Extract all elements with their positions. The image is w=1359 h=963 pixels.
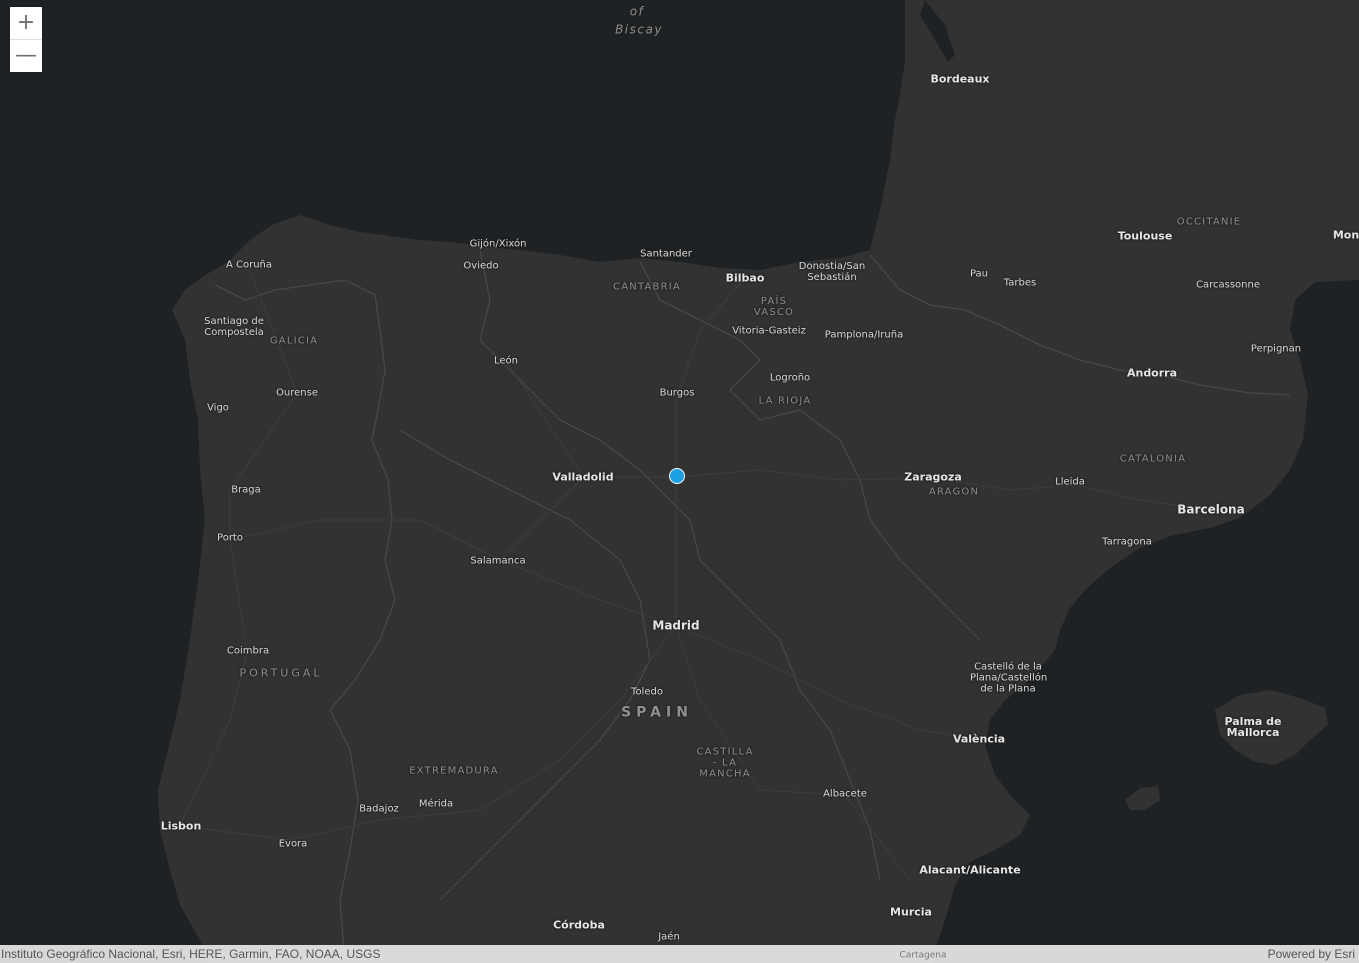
map-label-badajoz: Badajoz [359, 803, 399, 815]
map-label-andorra: Andorra [1126, 366, 1178, 380]
map-label-bay-of: of [629, 4, 645, 19]
map-label-braga: Braga [231, 484, 261, 496]
map-label-lisbon: Lisbon [160, 819, 202, 833]
map-label-jaen: Jaén [658, 931, 680, 943]
map-label-bordeaux: Bordeaux [930, 72, 990, 86]
map-label-logrono: Logroño [769, 372, 811, 384]
map-label-perpignan: Perpignan [1250, 343, 1302, 355]
map-label-cartagena: Cartagena [899, 950, 947, 961]
map-label-a-coruna: A Coruña [225, 259, 273, 271]
map-label-portugal: PORTUGAL [239, 666, 323, 680]
map-label-montpellier: Mon [1332, 228, 1359, 242]
attribution-bar: Instituto Geográfico Nacional, Esri, HER… [0, 945, 1359, 963]
map-label-biscay: Biscay [615, 22, 663, 37]
map-label-castello: Castelló de la Plana/Castellón de la Pla… [970, 661, 1048, 695]
map-label-valladolid: Valladolid [552, 470, 614, 484]
zoom-control: + — [10, 7, 42, 72]
map-label-santander: Santander [640, 248, 692, 260]
map-label-palma: Palma de Mallorca [1224, 715, 1282, 739]
map-label-aragon: ARAGON [928, 486, 980, 498]
map-label-burgos: Burgos [659, 387, 695, 399]
map-label-oviedo: Oviedo [463, 260, 499, 272]
map-label-tarbes: Tarbes [1003, 277, 1037, 289]
map-label-albacete: Albacete [823, 788, 867, 800]
map-label-porto: Porto [217, 532, 243, 544]
map-label-cantabria: CANTABRIA [613, 281, 681, 293]
map-label-alicante: Alacant/Alicante [919, 863, 1021, 877]
location-point-icon[interactable] [669, 468, 685, 484]
map-label-castilla: CASTILLA - LA MANCHA [696, 746, 754, 780]
map-label-ourense: Ourense [276, 387, 318, 399]
map-label-leon: León [493, 355, 519, 367]
map-label-vigo: Vigo [207, 402, 229, 414]
map-label-extremadura: EXTREMADURA [409, 765, 499, 777]
map-label-catalonia: CATALONIA [1119, 453, 1187, 465]
map-label-cordoba: Córdoba [553, 918, 605, 932]
map-label-pamplona: Pamplona/Iruña [824, 329, 904, 341]
map-label-toledo: Toledo [631, 686, 663, 698]
map-label-bilbao: Bilbao [725, 271, 765, 285]
zoom-out-button[interactable]: — [10, 39, 42, 72]
map-label-madrid: Madrid [652, 618, 700, 633]
map-label-evora: Evora [278, 838, 308, 850]
map-label-spain: SPAIN [621, 704, 693, 721]
map-label-donostia: Donostia/San Sebastián [798, 261, 866, 283]
zoom-in-button[interactable]: + [10, 7, 42, 39]
map-label-la-rioja: LA RIOJA [758, 395, 812, 407]
map-label-carcassonne: Carcassonne [1196, 279, 1260, 291]
france-landmass [158, 0, 1359, 963]
map-label-tarragona: Tarragona [1102, 536, 1152, 548]
map-label-toulouse: Toulouse [1117, 229, 1173, 243]
map-label-vitoria: Vitoria-Gasteiz [732, 325, 806, 337]
map-label-pau: Pau [969, 268, 989, 280]
map-label-coimbra: Coimbra [226, 645, 270, 657]
map-label-zaragoza: Zaragoza [904, 470, 962, 484]
map-label-merida: Mérida [418, 798, 454, 810]
attribution-text[interactable]: Instituto Geográfico Nacional, Esri, HER… [1, 947, 380, 961]
powered-by-link[interactable]: Powered by Esri [1268, 947, 1355, 961]
map-label-barcelona: Barcelona [1177, 502, 1245, 517]
map-label-galicia: GALICIA [269, 335, 319, 347]
map-label-gijon: Gijón/Xixón [469, 238, 527, 250]
map-label-salamanca: Salamanca [470, 555, 526, 567]
map-label-murcia: Murcia [890, 905, 932, 919]
map-label-valencia: València [952, 732, 1006, 746]
map-label-santiago: Santiago de Compostela [204, 316, 264, 338]
map-label-lleida: Lleida [1055, 476, 1085, 488]
ibiza-island [1125, 786, 1160, 810]
map-label-pais-vasco: PAÍS VASCO [753, 296, 795, 318]
map-label-occitanie: OCCITANIE [1176, 216, 1242, 228]
map-view[interactable]: of Biscay Bordeaux Toulouse OCCITANIE Mo… [0, 0, 1359, 963]
